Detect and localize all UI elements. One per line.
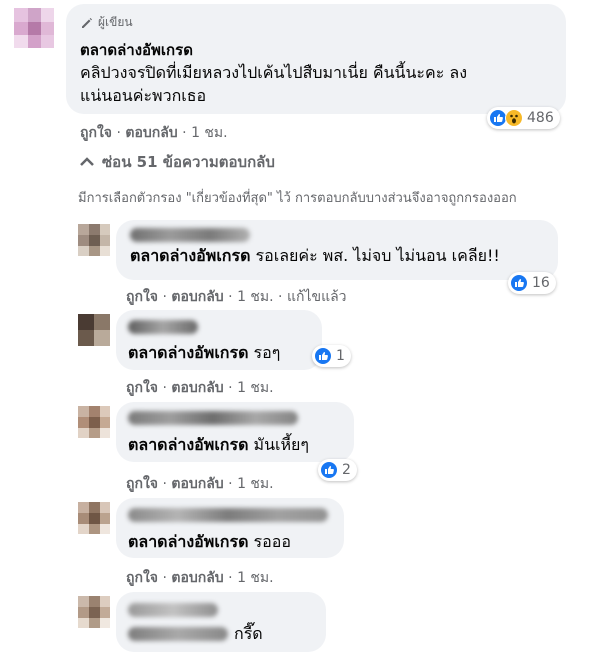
hide-replies-label: ซ่อน 51 ข้อความตอบกลับ — [102, 153, 275, 171]
avatar[interactable] — [78, 224, 110, 256]
mention[interactable]: ตลาดล่างอัพเกรด — [128, 532, 248, 551]
author-badge: ผู้เขียน — [80, 13, 133, 32]
like-link[interactable]: ถูกใจ — [126, 380, 158, 396]
blurred-author-name[interactable] — [128, 411, 298, 425]
timestamp[interactable]: 1 ชม. — [237, 380, 274, 396]
like-reaction-icon — [320, 461, 338, 479]
reply-actions: ถูกใจ · ตอบกลับ · 1 ชม. — [126, 476, 274, 492]
reply-text: ตลาดล่างอัพเกรด รอๆ — [128, 343, 281, 362]
comment-actions: ถูกใจ · ตอบกลับ · 1 ชม. — [80, 125, 228, 141]
like-link[interactable]: ถูกใจ — [126, 289, 158, 305]
chevron-up-icon — [80, 157, 94, 166]
reply-text: ตลาดล่างอัพเกรด รอเลยค่ะ พส. ไม่จบ ไม่นอ… — [130, 246, 500, 265]
blurred-author-name[interactable] — [130, 228, 250, 242]
reaction-summary[interactable]: 486 — [487, 107, 560, 129]
blurred-author-name[interactable] — [128, 508, 328, 522]
avatar[interactable] — [78, 314, 110, 346]
reply-actions: ถูกใจ · ตอบกลับ · 1 ชม. · แก้ไขแล้ว — [126, 289, 347, 305]
like-reaction-icon — [314, 347, 332, 365]
timestamp[interactable]: 1 ชม. — [237, 289, 274, 305]
mention[interactable]: ตลาดล่างอัพเกรด — [130, 246, 250, 265]
blurred-author-name[interactable] — [128, 320, 198, 334]
reaction-count: 486 — [527, 110, 554, 126]
reply-link[interactable]: ตอบกลับ — [171, 289, 223, 305]
mention[interactable]: ตลาดล่างอัพเกรด — [128, 343, 248, 362]
reaction-count: 16 — [532, 275, 550, 291]
comment-author[interactable]: ตลาดล่างอัพเกรด — [80, 38, 193, 62]
mention[interactable]: ตลาดล่างอัพเกรด — [128, 435, 248, 454]
reply-actions: ถูกใจ · ตอบกลับ · 1 ชม. — [126, 380, 274, 396]
reaction-summary[interactable]: 16 — [508, 272, 556, 294]
blurred-mention[interactable] — [128, 627, 228, 641]
reply-bubble — [116, 592, 326, 652]
wow-reaction-icon — [505, 109, 523, 127]
reaction-summary[interactable]: 1 — [312, 345, 351, 367]
avatar[interactable] — [78, 406, 110, 438]
hide-replies-button[interactable]: ซ่อน 51 ข้อความตอบกลับ — [80, 150, 275, 174]
reply-text: ตลาดล่างอัพเกรด รอออ — [128, 532, 291, 551]
reaction-summary[interactable]: 2 — [318, 459, 357, 481]
pencil-icon — [82, 17, 92, 28]
timestamp[interactable]: 1 ชม. — [191, 125, 228, 141]
reaction-count: 2 — [342, 462, 351, 478]
avatar[interactable] — [78, 502, 110, 534]
author-badge-label: ผู้เขียน — [98, 15, 133, 29]
reply-text: กรี๊ด — [234, 624, 263, 643]
comment-text-line2: แน่นอนค่ะพวกเธอ — [80, 86, 207, 105]
reply-link[interactable]: ตอบกลับ — [171, 570, 223, 586]
avatar[interactable] — [14, 8, 54, 48]
reply-text: ตลาดล่างอัพเกรด มันเหี้ยๆ — [128, 435, 310, 454]
like-link[interactable]: ถูกใจ — [126, 570, 158, 586]
blurred-author-name[interactable] — [128, 603, 218, 617]
reaction-count: 1 — [336, 348, 345, 364]
filter-note: มีการเลือกตัวกรอง "เกี่ยวข้องที่สุด" ไว้… — [78, 191, 517, 206]
reply-actions: ถูกใจ · ตอบกลับ · 1 ชม. — [126, 570, 274, 586]
like-reaction-icon — [510, 274, 528, 292]
reply-link[interactable]: ตอบกลับ — [171, 380, 223, 396]
timestamp[interactable]: 1 ชม. — [237, 570, 274, 586]
timestamp[interactable]: 1 ชม. — [237, 476, 274, 492]
comment-text-line1: คลิปวงจรปิดที่เมียหลวงไปเค้นไปสืบมาเนี่ย… — [80, 63, 468, 82]
like-link[interactable]: ถูกใจ — [126, 476, 158, 492]
avatar[interactable] — [78, 596, 110, 628]
like-link[interactable]: ถูกใจ — [80, 125, 112, 141]
edited-label[interactable]: แก้ไขแล้ว — [287, 289, 347, 305]
reply-link[interactable]: ตอบกลับ — [171, 476, 223, 492]
reply-link[interactable]: ตอบกลับ — [125, 125, 177, 141]
